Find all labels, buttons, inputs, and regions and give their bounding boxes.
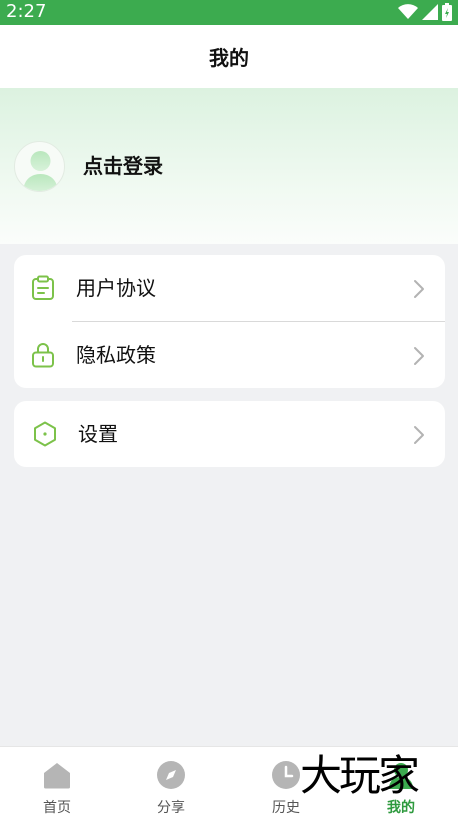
menu-item-label: 设置	[78, 422, 118, 446]
lock-icon	[32, 343, 54, 368]
tab-history[interactable]: 历史	[229, 747, 343, 820]
app-header: 我的	[0, 25, 458, 88]
tab-home[interactable]: 首页	[0, 747, 114, 820]
chevron-right-icon	[414, 426, 424, 444]
login-link[interactable]: 点击登录	[83, 152, 163, 180]
menu-item-label: 隐私政策	[76, 343, 156, 367]
status-bar: 2:27	[0, 0, 458, 25]
home-icon	[44, 763, 70, 789]
menu-item-settings[interactable]: 设置	[14, 401, 445, 467]
profile-banner[interactable]: 点击登录	[0, 88, 458, 244]
tab-label: 历史	[272, 800, 300, 816]
menu-card-settings: 设置	[14, 401, 445, 467]
menu-card-legal: 用户协议 隐私政策	[14, 255, 445, 388]
page-title: 我的	[209, 46, 249, 70]
bottom-tab-bar: 首页 分享 历史 我的	[0, 746, 458, 820]
tab-share[interactable]: 分享	[114, 747, 228, 820]
compass-icon	[157, 761, 185, 789]
tab-label: 分享	[157, 800, 185, 816]
document-icon	[32, 275, 54, 300]
profile-icon	[389, 763, 413, 789]
avatar-placeholder-icon	[23, 151, 58, 191]
avatar[interactable]	[14, 141, 65, 192]
tab-label: 我的	[387, 800, 415, 816]
tab-label: 首页	[43, 800, 71, 816]
tab-profile[interactable]: 我的	[344, 747, 458, 820]
hexagon-settings-icon	[34, 421, 56, 447]
menu-item-label: 用户协议	[76, 276, 156, 300]
signal-icon	[422, 4, 438, 20]
status-icons	[398, 3, 452, 21]
status-time: 2:27	[6, 1, 47, 22]
menu-item-privacy-policy[interactable]: 隐私政策	[14, 322, 445, 388]
chevron-right-icon	[414, 347, 424, 365]
battery-icon	[442, 3, 452, 21]
wifi-icon	[398, 4, 418, 19]
chevron-right-icon	[414, 280, 424, 298]
clock-icon	[272, 761, 300, 789]
menu-item-user-agreement[interactable]: 用户协议	[14, 255, 445, 322]
